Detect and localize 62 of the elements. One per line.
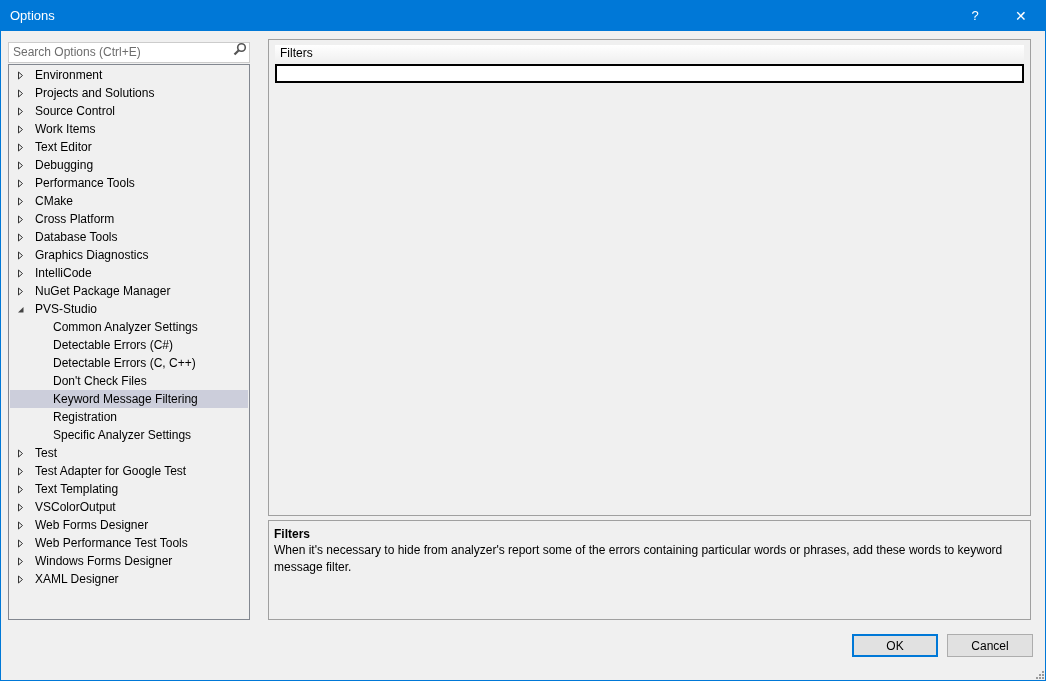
tree-item[interactable]: Detectable Errors (C, C++) [10, 354, 248, 372]
expand-icon[interactable] [17, 538, 24, 548]
expand-icon[interactable] [17, 520, 24, 530]
filter-input-field[interactable] [275, 64, 1024, 83]
tree-item[interactable]: Specific Analyzer Settings [10, 426, 248, 444]
collapse-icon[interactable] [17, 304, 24, 314]
expand-icon[interactable] [17, 70, 24, 80]
tree-item[interactable]: Test [10, 444, 248, 462]
tree-item[interactable]: PVS-Studio [10, 300, 248, 318]
tree-item[interactable]: Projects and Solutions [10, 84, 248, 102]
tree-item[interactable]: Text Editor [10, 138, 248, 156]
tree-item[interactable]: Database Tools [10, 228, 248, 246]
tree-item[interactable]: XAML Designer [10, 570, 248, 588]
expand-icon[interactable] [17, 214, 24, 224]
expand-icon[interactable] [17, 142, 24, 152]
description-text: When it's necessary to hide from analyzer's report some of the errors containing particular words or phrases, add these words to keyword message filter. [274, 542, 1004, 576]
resize-grip-icon [1036, 671, 1044, 679]
expand-icon[interactable] [17, 124, 24, 134]
expand-icon[interactable] [17, 484, 24, 494]
expand-icon[interactable] [17, 268, 24, 278]
tree-item[interactable]: IntelliCode [10, 264, 248, 282]
dialog-button[interactable]: OK [852, 634, 938, 657]
search-icon [233, 42, 247, 56]
expand-icon[interactable] [17, 88, 24, 98]
tree-item[interactable]: Performance Tools [10, 174, 248, 192]
window-title: Options [10, 7, 56, 26]
tree-item[interactable]: Environment [10, 66, 248, 84]
description-title: Filters [274, 527, 311, 542]
expand-icon[interactable] [17, 574, 24, 584]
expand-icon[interactable] [17, 556, 24, 566]
tree-item[interactable]: Work Items [10, 120, 248, 138]
tree-item[interactable]: Text Templating [10, 480, 248, 498]
tree-item[interactable]: Web Forms Designer [10, 516, 248, 534]
tree-item[interactable]: Debugging [10, 156, 248, 174]
dialog-button[interactable]: Cancel [947, 634, 1033, 657]
tree-item[interactable]: Cross Platform [10, 210, 248, 228]
expand-icon[interactable] [17, 160, 24, 170]
search-field[interactable]: Search Options (Ctrl+E) [8, 41, 250, 63]
expand-icon[interactable] [17, 232, 24, 242]
tree-item[interactable]: Registration [10, 408, 248, 426]
tree-item[interactable]: Common Analyzer Settings [10, 318, 248, 336]
tree-item[interactable]: Windows Forms Designer [10, 552, 248, 570]
expand-icon[interactable] [17, 286, 24, 296]
expand-icon[interactable] [17, 196, 24, 206]
tree-item[interactable]: CMake [10, 192, 248, 210]
expand-icon[interactable] [17, 466, 24, 476]
tree-item[interactable]: Graphics Diagnostics [10, 246, 248, 264]
tree-item[interactable]: VSColorOutput [10, 498, 248, 516]
expand-icon[interactable] [17, 250, 24, 260]
tree-item[interactable]: Test Adapter for Google Test [10, 462, 248, 480]
tree-item[interactable]: Keyword Message Filtering [10, 390, 248, 408]
tree-item[interactable]: NuGet Package Manager [10, 282, 248, 300]
tree-item[interactable]: Source Control [10, 102, 248, 120]
tree-item[interactable]: Detectable Errors (C#) [10, 336, 248, 354]
expand-icon[interactable] [17, 178, 24, 188]
help-button[interactable]: ? [952, 1, 998, 31]
tree-item[interactable]: Web Performance Test Tools [10, 534, 248, 552]
expand-icon[interactable] [17, 448, 24, 458]
tree-item[interactable]: Don't Check Files [10, 372, 248, 390]
expand-icon[interactable] [17, 106, 24, 116]
expand-icon[interactable] [17, 502, 24, 512]
close-button[interactable]: ✕ [998, 1, 1044, 31]
